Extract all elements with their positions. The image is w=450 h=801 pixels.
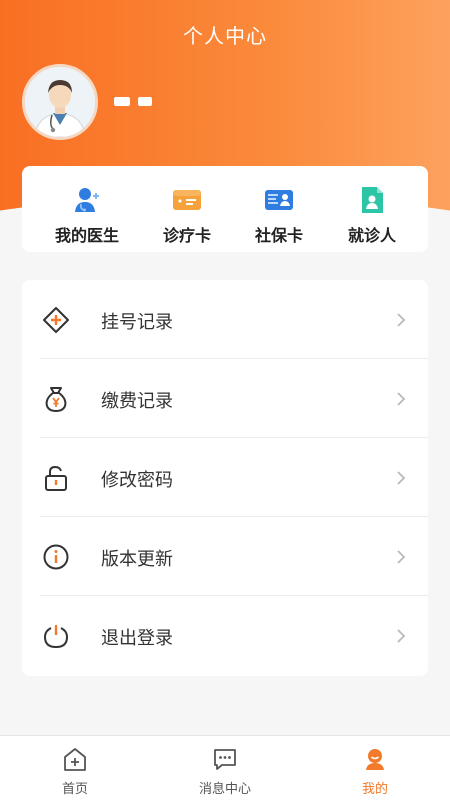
chevron-right-icon: [397, 392, 406, 406]
tab-label: 消息中心: [198, 782, 251, 797]
tab-home[interactable]: 首页: [30, 746, 120, 797]
quick-action-label: 诊疗卡: [162, 226, 211, 245]
menu-item-label: 修改密码: [101, 470, 173, 491]
menu-item-change-password[interactable]: 修改密码: [22, 438, 428, 517]
menu-item-logout[interactable]: 退出登录: [22, 596, 428, 675]
menu-item-label: 退出登录: [101, 628, 173, 649]
chevron-right-icon: [397, 629, 406, 643]
quick-action-patient[interactable]: 就诊人: [327, 184, 417, 246]
info-icon: [43, 544, 69, 570]
menu-item-label: 挂号记录: [101, 312, 173, 333]
tab-label: 首页: [61, 782, 88, 797]
tab-label: 我的: [361, 782, 388, 797]
patient-icon: [362, 187, 383, 213]
tab-mine[interactable]: 我的: [330, 746, 420, 797]
registration-icon: [43, 307, 69, 333]
menu-item-registration-records[interactable]: 挂号记录: [22, 280, 428, 359]
quick-action-label: 社保卡: [254, 226, 303, 245]
menu-item-payment-records[interactable]: 缴费记录: [22, 359, 428, 438]
quick-action-medical-card[interactable]: 诊疗卡: [142, 184, 232, 246]
doctor-avatar-icon: [25, 67, 95, 137]
lock-icon: [45, 465, 67, 491]
profile-icon: [366, 749, 384, 770]
tab-messages[interactable]: 消息中心: [180, 746, 270, 797]
chevron-right-icon: [397, 471, 406, 485]
doctor-icon: [75, 188, 99, 212]
payment-bag-icon: [45, 387, 67, 412]
username-masked: [114, 94, 156, 108]
chevron-right-icon: [397, 550, 406, 564]
menu-item-label: 缴费记录: [101, 391, 173, 412]
menu-item-version-update[interactable]: 版本更新: [22, 517, 428, 596]
avatar[interactable]: [22, 64, 98, 140]
menu-item-label: 版本更新: [101, 549, 173, 570]
bottom-tab-bar: 首页 消息中心 我的: [0, 735, 450, 801]
quick-actions-card: 我的医生 诊疗卡 社保卡 就诊人: [22, 166, 428, 252]
page-title: 个人中心: [183, 24, 267, 48]
quick-action-social-security-card[interactable]: 社保卡: [234, 184, 324, 246]
social-security-card-icon: [265, 190, 293, 210]
home-icon: [64, 748, 86, 771]
power-icon: [43, 625, 69, 649]
quick-action-label: 就诊人: [347, 226, 396, 245]
chevron-right-icon: [397, 313, 406, 327]
message-icon: [214, 749, 236, 770]
quick-action-my-doctor[interactable]: 我的医生: [42, 184, 132, 246]
menu-list: 挂号记录 缴费记录 修改密码 版本更新 退出登录: [22, 280, 428, 676]
medical-card-icon: [173, 190, 201, 210]
quick-action-label: 我的医生: [54, 226, 119, 245]
